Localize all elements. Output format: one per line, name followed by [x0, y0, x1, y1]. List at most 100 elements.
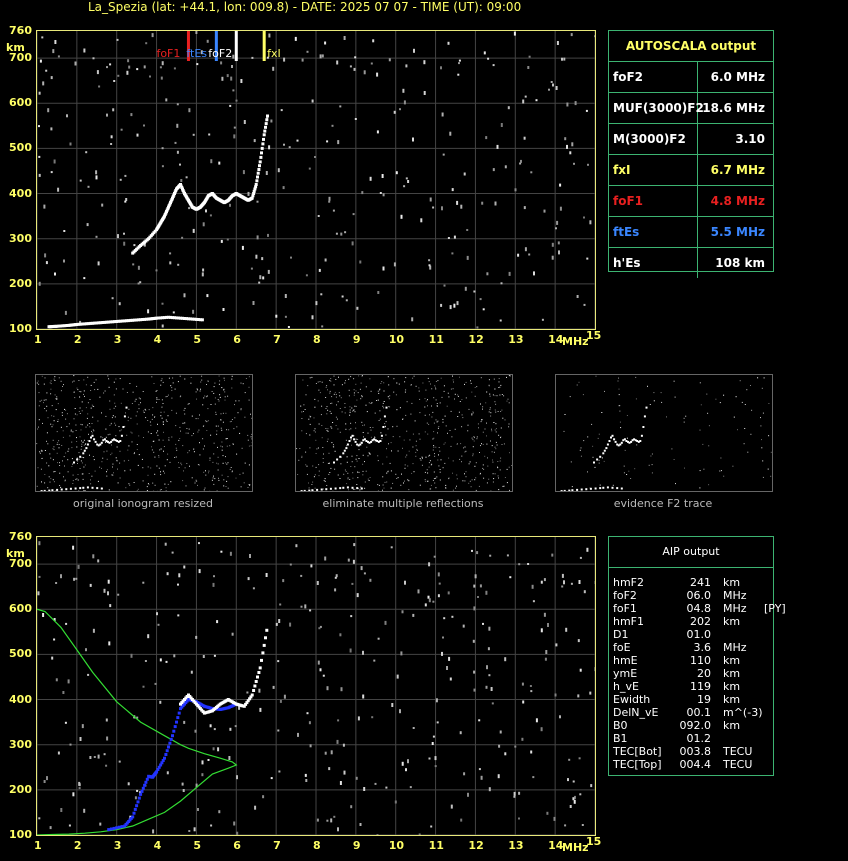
trace-point: [258, 164, 261, 168]
thumb-noise: [337, 401, 339, 403]
thumb-noise: [80, 423, 82, 425]
thumb-noise: [367, 478, 369, 480]
thumb-noise: [309, 377, 311, 379]
thumb-noise: [114, 416, 116, 418]
noise-dot: [563, 580, 565, 585]
thumb-noise: [216, 462, 218, 464]
thumb-noise: [182, 480, 184, 482]
thumb-noise: [358, 471, 360, 473]
thumb-noise: [297, 474, 299, 475]
noise-dot: [55, 678, 58, 682]
thumb-noise: [251, 417, 253, 419]
noise-dot: [438, 582, 441, 585]
thumb-noise: [73, 418, 75, 420]
thumb-noise: [41, 375, 43, 377]
thumb-trace: [620, 441, 623, 444]
thumb-noise: [206, 384, 207, 385]
thumb-noise: [120, 429, 122, 431]
thumb-noise: [459, 401, 461, 402]
thumb-noise: [231, 387, 233, 389]
noise-dot: [587, 163, 589, 166]
thumb-noise: [47, 443, 49, 445]
thumb-noise: [422, 457, 423, 459]
noise-dot: [556, 220, 559, 225]
noise-dot: [530, 750, 533, 754]
thumb-noise: [154, 456, 156, 458]
thumb-noise: [430, 484, 432, 486]
noise-dot: [301, 58, 304, 62]
thumb-noise: [390, 442, 392, 444]
aip-row: TEC[Top] 004.4 TECU: [609, 758, 773, 771]
thumb-noise: [355, 427, 357, 429]
thumb-noise: [165, 490, 167, 491]
noise-dot: [183, 720, 186, 724]
noise-dot: [496, 144, 499, 149]
thumb-noise: [237, 412, 239, 414]
thumb-noise: [494, 388, 496, 390]
thumb-noise: [190, 382, 192, 384]
thumb-noise: [492, 459, 493, 461]
noise-dot: [524, 247, 527, 252]
thumb-noise: [416, 448, 418, 450]
thumb-noise: [179, 375, 181, 377]
thumb-noise: [323, 480, 325, 481]
noise-dot: [226, 238, 229, 241]
thumb-noise: [314, 406, 316, 408]
noise-dot: [420, 218, 423, 223]
noise-dot: [352, 213, 355, 216]
thumb-noise: [301, 430, 303, 432]
noise-dot: [42, 613, 45, 617]
thumb-noise: [231, 419, 233, 420]
thumb-noise: [190, 377, 192, 378]
thumb-noise: [168, 377, 170, 379]
thumb-noise: [49, 382, 51, 384]
thumb-noise: [111, 417, 113, 419]
noise-dot: [334, 588, 337, 592]
thumb-noise: [166, 421, 168, 422]
thumb-noise: [226, 445, 228, 447]
thumb-noise: [127, 420, 129, 422]
noise-dot: [109, 604, 112, 608]
thumb-trace: [86, 443, 89, 446]
thumb-trace: [339, 487, 342, 490]
thumb-noise: [471, 437, 473, 439]
thumb-noise: [334, 391, 336, 393]
noise-dot: [401, 610, 404, 614]
thumb-noise: [465, 476, 467, 478]
noise-dot: [176, 103, 179, 106]
noise-dot: [105, 718, 108, 722]
aip-cell: km: [723, 654, 741, 667]
noise-dot: [336, 60, 339, 65]
thumb-noise: [47, 487, 49, 489]
noise-dot: [399, 108, 401, 111]
thumb-noise: [147, 466, 149, 468]
noise-dot: [198, 569, 201, 574]
thumb-noise: [498, 434, 500, 436]
thumb-noise: [385, 421, 387, 423]
noise-dot: [108, 641, 111, 646]
thumb-noise: [248, 445, 250, 447]
thumb-noise: [128, 445, 130, 447]
thumb-noise: [330, 426, 332, 428]
thumb-noise: [374, 412, 376, 414]
thumb-noise: [762, 460, 764, 462]
noise-dot: [210, 159, 213, 164]
thumb-noise: [166, 459, 168, 461]
thumb-noise: [105, 442, 107, 443]
aip-cell: 3.6: [693, 641, 712, 654]
aip-cell: TECU: [723, 758, 753, 771]
thumb-noise: [666, 416, 667, 418]
noise-dot: [369, 176, 372, 181]
thumb-noise: [415, 451, 417, 453]
thumb-noise: [112, 463, 114, 465]
thumb-noise: [202, 425, 204, 427]
thumb-noise: [500, 437, 501, 439]
thumb-noise: [53, 378, 55, 380]
thumb-noise: [483, 468, 485, 470]
trace-point: [265, 628, 269, 632]
thumb-noise: [491, 451, 493, 453]
thumb-noise: [499, 394, 501, 396]
thumb-noise: [314, 428, 316, 430]
thumb-noise: [361, 396, 363, 398]
thumb-trace: [603, 449, 606, 452]
